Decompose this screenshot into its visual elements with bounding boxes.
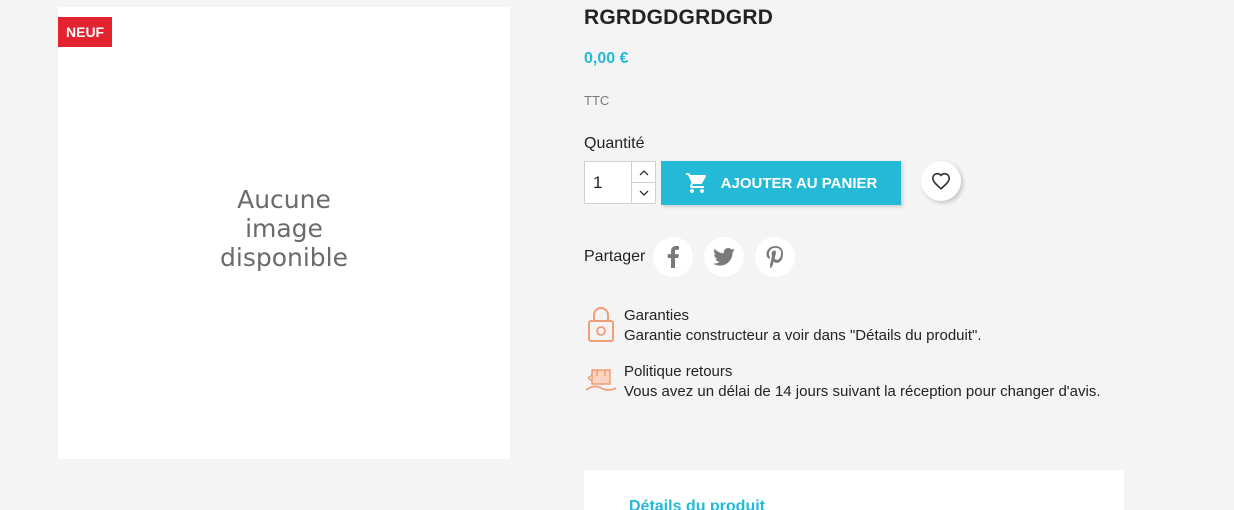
quantity-increase-button[interactable] (632, 162, 655, 182)
product-title: RGRDGDGRDGRD (584, 6, 774, 29)
shopping-cart-icon (685, 173, 706, 193)
reassurance-returns-text: Vous avez un délai de 14 jours suivant l… (624, 383, 1101, 400)
product-page: NEUF Aucune image disponible RGRDGDGRDGR… (0, 0, 1234, 510)
tab-product-details[interactable]: Détails du produit (629, 498, 765, 510)
no-image-placeholder: Aucune image disponible (220, 185, 348, 272)
heart-icon (931, 172, 951, 190)
share-label: Partager (584, 248, 646, 265)
quantity-stepper (584, 161, 656, 204)
facebook-icon (668, 246, 680, 268)
reassurance-warranty-text: Garantie constructeur a voir dans "Détai… (624, 327, 982, 344)
product-tabs: Détails du produit (584, 470, 1124, 510)
wishlist-button[interactable] (921, 161, 961, 201)
share-twitter-button[interactable] (704, 237, 745, 277)
reassurance-warranty-title: Garanties (624, 307, 690, 324)
share-row: Partager (584, 237, 806, 277)
twitter-icon (713, 248, 736, 266)
reassurance-returns: Politique retours Vous avez un délai de … (584, 362, 1104, 402)
share-facebook-button[interactable] (653, 237, 694, 277)
chevron-down-icon (639, 190, 648, 196)
add-to-cart-button[interactable]: Ajouter au panier (661, 161, 901, 205)
reassurance-returns-title: Politique retours (624, 363, 733, 380)
chevron-up-icon (639, 169, 648, 175)
quantity-input[interactable] (585, 162, 631, 203)
new-badge: NEUF (58, 17, 113, 47)
quantity-label: Quantité (584, 135, 645, 152)
add-to-cart-label: Ajouter au panier (720, 174, 878, 192)
return-box-icon (585, 369, 617, 391)
padlock-icon (588, 307, 614, 342)
product-image-panel: NEUF Aucune image disponible (58, 7, 510, 459)
quantity-spinner (631, 162, 655, 203)
reassurance-warranty: Garanties Garantie constructeur a voir d… (584, 306, 1104, 346)
quantity-decrease-button[interactable] (632, 182, 655, 203)
share-pinterest-button[interactable] (755, 237, 796, 277)
pinterest-icon (766, 246, 784, 268)
tax-label: TTC (584, 93, 610, 108)
product-price: 0,00 € (584, 50, 629, 67)
